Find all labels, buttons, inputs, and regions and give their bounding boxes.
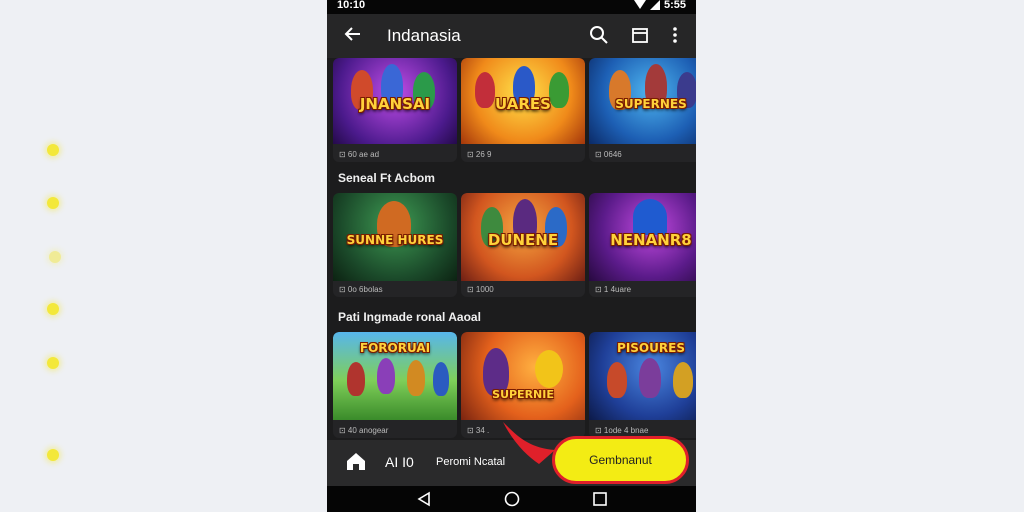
game-card[interactable]: JNANSAI ⊡ 60 ae ad: [333, 58, 457, 162]
page-title: Indanasia: [387, 26, 461, 45]
decor-dot: [47, 449, 59, 461]
signal-icon: [649, 0, 660, 10]
app-bar: Indanasia: [327, 14, 696, 58]
game-art: DUNENE: [461, 193, 585, 281]
home-icon[interactable]: [345, 451, 367, 471]
status-time: 10:10: [337, 0, 366, 11]
cta-button[interactable]: Gembnanut: [552, 436, 689, 484]
section-title: Pati Ingmade ronal Aaoal: [338, 310, 481, 324]
calendar-icon[interactable]: [630, 25, 650, 45]
wifi-icon: [633, 0, 646, 9]
game-meta: ⊡ 60 ae ad: [339, 150, 380, 159]
game-art: SUPERNES: [589, 58, 696, 144]
battery-text: 5:55: [663, 0, 686, 11]
decor-dot: [47, 303, 59, 315]
all-tab[interactable]: AI I0: [385, 454, 414, 470]
search-icon[interactable]: [589, 25, 609, 45]
game-meta: ⊡ 1000: [467, 285, 494, 294]
game-title: NENANR8: [610, 230, 692, 249]
game-art: NENANR8: [589, 193, 696, 281]
game-meta: ⊡ 34 .: [467, 426, 490, 435]
decor-dot: [47, 357, 59, 369]
game-card[interactable]: NENANR8 ⊡ 1 4uare: [589, 193, 696, 297]
game-meta: ⊡ 1 4uare: [595, 285, 632, 294]
game-title: FORORUAI: [359, 341, 431, 355]
game-title: SUPERNIE: [492, 387, 554, 401]
game-card[interactable]: PISOURES ⊡ 1ode 4 bnae: [589, 332, 696, 438]
game-meta: ⊡ 40 anogear: [339, 426, 389, 435]
game-card[interactable]: UARES ⊡ 26 9: [461, 58, 585, 162]
game-title: SUNNE HURES: [346, 232, 444, 247]
game-meta: ⊡ 0o 6bolas: [339, 285, 383, 294]
game-art: FORORUAI: [333, 332, 457, 420]
game-title: UARES: [495, 94, 551, 113]
game-art: SUPERNIE: [461, 332, 585, 420]
content-area: JNANSAI ⊡ 60 ae ad UARES ⊡ 26 9 SUPERNES: [327, 58, 696, 448]
game-card[interactable]: DUNENE ⊡ 1000: [461, 193, 585, 297]
decor-dot: [47, 144, 59, 156]
back-arrow-icon[interactable]: [343, 24, 363, 44]
decor-dot: [47, 197, 59, 209]
section-title: Seneal Ft Acbom: [338, 171, 435, 185]
phone-screen: 10:10 5:55 Indanasia JNANSAI ⊡ 60 ae ad: [327, 0, 696, 512]
pointer-arrow-icon: [503, 422, 555, 464]
nav-recents-icon[interactable]: [592, 491, 608, 507]
status-bar: 10:10 5:55: [327, 0, 696, 14]
game-art: UARES: [461, 58, 585, 144]
game-card[interactable]: SUNNE HURES ⊡ 0o 6bolas: [333, 193, 457, 297]
status-right: 5:55: [633, 0, 686, 11]
game-title: SUPERNES: [615, 96, 687, 111]
game-meta: ⊡ 1ode 4 bnae: [595, 426, 649, 435]
game-title: PISOURES: [617, 341, 685, 355]
game-art: PISOURES: [589, 332, 696, 420]
nav-back-icon[interactable]: [416, 491, 432, 507]
pn-tab[interactable]: Peromi Ncatal: [436, 456, 505, 468]
game-meta: ⊡ 0646: [595, 150, 622, 159]
system-nav-bar: [327, 486, 696, 512]
nav-home-icon[interactable]: [504, 491, 520, 507]
game-title: JNANSAI: [359, 94, 431, 113]
more-vert-icon[interactable]: [667, 25, 683, 45]
game-art: SUNNE HURES: [333, 193, 457, 281]
game-art: JNANSAI: [333, 58, 457, 144]
game-meta: ⊡ 26 9: [467, 150, 492, 159]
game-title: DUNENE: [487, 230, 559, 249]
decor-dot: [49, 251, 61, 263]
game-card[interactable]: FORORUAI ⊡ 40 anogear: [333, 332, 457, 438]
game-card[interactable]: SUPERNES ⊡ 0646: [589, 58, 696, 162]
